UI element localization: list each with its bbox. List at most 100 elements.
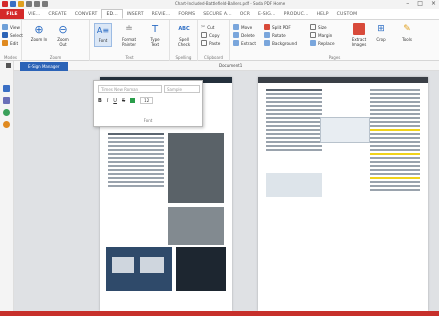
zoom-out-icon: ⊖ (58, 22, 68, 36)
tab-custom[interactable]: CUSTOM (333, 9, 361, 19)
status-bar (0, 311, 439, 316)
cut-button[interactable]: ✂ Cut (201, 23, 220, 31)
spelling-group-label: Spelling (175, 55, 192, 60)
format-painter-button[interactable]: ≐ Format Painter (118, 23, 140, 47)
save-icon[interactable] (18, 1, 24, 7)
app-logo-icon (2, 1, 8, 7)
extract-images-button[interactable]: Extract Images (348, 23, 370, 47)
document-canvas[interactable] (14, 71, 439, 311)
page-left-banner-thumb-1 (112, 257, 134, 273)
background-button[interactable]: Background (264, 39, 297, 47)
spell-check-button[interactable]: ABC Spell Check (175, 23, 193, 47)
tab-productivity[interactable]: PRODUC... (280, 9, 313, 19)
tab-forms[interactable]: FORMS (174, 9, 199, 19)
extract-button[interactable]: Extract (233, 39, 256, 47)
minimize-button[interactable]: – (406, 0, 409, 7)
pages-panel-icon[interactable] (3, 85, 10, 92)
tab-create[interactable]: CREATE (44, 9, 70, 19)
copy-button[interactable]: Copy (201, 31, 220, 39)
tab-ocr[interactable]: OCR (236, 9, 254, 19)
quick-access-toolbar (2, 1, 48, 7)
undo-icon[interactable] (34, 1, 40, 7)
copy-icon (201, 32, 207, 38)
open-icon[interactable] (10, 1, 16, 7)
font-popup-label: Font (143, 118, 153, 123)
text-color-icon[interactable] (130, 98, 136, 103)
highlight-2 (370, 153, 420, 155)
paste-button[interactable]: Paste (201, 39, 220, 47)
replace-label: Replace (318, 40, 335, 46)
zoom-out-label: Zoom Out (57, 37, 69, 47)
select-icon (2, 32, 8, 38)
font-size-field[interactable]: 12 (140, 97, 154, 104)
tab-review[interactable]: REVIE... (148, 9, 175, 19)
edit-icon (2, 40, 8, 46)
rotate-button[interactable]: Rotate (264, 31, 297, 39)
extract-images-label: Extract Images (351, 37, 367, 47)
type-text-button[interactable]: T Type Text (146, 23, 164, 47)
pages-group: Move Delete Extract Split PDF Rotate Bac… (230, 20, 439, 61)
edit-mode-button[interactable]: Edit (2, 39, 23, 47)
tools-button[interactable]: ✎ Tools (398, 23, 416, 42)
close-button[interactable]: × (431, 0, 436, 7)
home-icon[interactable] (6, 63, 11, 68)
window-title: Chart-Included-Battlefield-Ballers.pdf -… (175, 1, 286, 6)
type-text-label: Type Text (150, 37, 160, 47)
cut-label: Cut (207, 24, 215, 30)
crop-icon: ⊞ (377, 23, 385, 34)
italic-button[interactable]: I (107, 98, 108, 104)
replace-icon (310, 40, 316, 46)
pages-group-label: Pages (328, 55, 341, 60)
move-button[interactable]: Move (233, 23, 256, 31)
page-left-banner-thumb-2 (140, 257, 164, 273)
zoom-out-button[interactable]: ⊖ Zoom Out (54, 22, 72, 48)
tab-insert[interactable]: INSERT (123, 9, 148, 19)
copy-label: Copy (209, 32, 220, 38)
zoom-in-icon: ⊕ (34, 22, 44, 36)
delete-button[interactable]: Delete (233, 31, 256, 39)
tab-file[interactable]: FILE (0, 9, 24, 19)
bold-button[interactable]: B (98, 98, 102, 104)
delete-label: Delete (241, 32, 255, 38)
font-sample-box: Sample (164, 85, 200, 93)
ribbon-tabs: FILE VIE... CREATE CONVERT ED... INSERT … (0, 9, 439, 20)
tab-help[interactable]: HELP (313, 9, 333, 19)
tab-secure[interactable]: SECURE A... (199, 9, 236, 19)
size-button[interactable]: Size (310, 23, 335, 31)
select-label: Select (10, 32, 23, 38)
page-left-column-1 (108, 133, 164, 189)
font-family-input[interactable]: Times New Roman (98, 85, 162, 93)
font-label: Font (98, 38, 108, 43)
bookmarks-panel-icon[interactable] (3, 97, 10, 104)
maximize-button[interactable]: □ (417, 0, 423, 7)
zoom-group: ⊕ Zoom In ⊖ Zoom Out Zoom (22, 20, 90, 61)
comments-panel-icon[interactable] (3, 121, 10, 128)
redo-icon[interactable] (42, 1, 48, 7)
tab-view[interactable]: VIE... (24, 9, 44, 19)
tab-convert[interactable]: CONVERT (71, 9, 102, 19)
zoom-in-button[interactable]: ⊕ Zoom In (30, 22, 48, 43)
cut-icon: ✂ (201, 24, 206, 30)
underline-button[interactable]: U (113, 98, 117, 104)
replace-button[interactable]: Replace (310, 39, 335, 47)
tab-esign-manager[interactable]: E-Sign Manager (20, 62, 68, 71)
print-icon[interactable] (26, 1, 32, 7)
highlight-1 (370, 129, 420, 131)
tools-icon: ✎ (403, 23, 411, 34)
page-right-header-strip (258, 77, 428, 83)
tab-edit[interactable]: ED... (101, 9, 123, 19)
tab-esign[interactable]: E-SIG... (254, 9, 280, 19)
select-mode-button[interactable]: Select (2, 31, 23, 39)
rotate-icon (264, 32, 270, 38)
background-icon (264, 40, 270, 46)
tab-document[interactable]: Document1 (219, 63, 242, 68)
crop-button[interactable]: ⊞ Crop (372, 23, 390, 42)
font-button[interactable]: A≡ Font (94, 23, 112, 47)
split-pdf-button[interactable]: Split PDF (264, 23, 297, 31)
attachments-panel-icon[interactable] (3, 109, 10, 116)
margin-button[interactable]: Margin (310, 31, 335, 39)
extract-icon (233, 40, 239, 46)
size-label: Size (318, 24, 327, 30)
strikethrough-button[interactable]: S (122, 98, 125, 104)
view-mode-button[interactable]: View (2, 23, 23, 31)
